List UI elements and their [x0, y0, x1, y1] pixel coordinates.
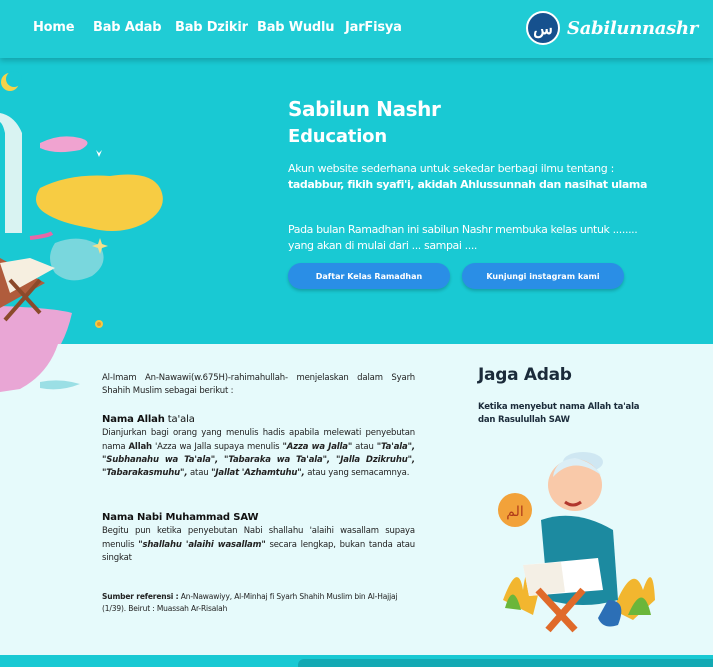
- section-heading-nama-nabi: Nama Nabi Muhammad SAW: [102, 511, 259, 523]
- daftar-kelas-button[interactable]: Daftar Kelas Ramadhan: [288, 263, 450, 289]
- hero-subtitle: Education: [288, 126, 387, 147]
- brand[interactable]: س Sabilunnashr: [526, 11, 698, 45]
- nav-link-bab-dzikir[interactable]: Bab Dzikir: [175, 20, 248, 35]
- section-body-nama-nabi: Begitu pun ketika penyebutan Nabi shalla…: [102, 525, 415, 565]
- hero-title: Sabilun Nashr: [288, 97, 441, 121]
- body-text: 'Azza wa Jalla supaya menulis: [151, 441, 283, 452]
- brand-name: Sabilunnashr: [567, 17, 698, 39]
- section-heading-nama-allah: Nama Allah ta'ala: [102, 413, 415, 426]
- instagram-button[interactable]: Kunjungi instagram kami: [462, 263, 624, 289]
- nav-link-bab-adab[interactable]: Bab Adab: [93, 20, 162, 35]
- arch-shape: [0, 113, 22, 233]
- section-heading-light: ta'ala: [164, 413, 195, 425]
- cloud-yellow-shape: [36, 174, 163, 232]
- boy-reading-quran-illustration: الم: [498, 452, 655, 633]
- brand-logo-icon: س: [526, 11, 560, 45]
- nav-link-bab-wudlu[interactable]: Bab Wudlu: [257, 20, 335, 35]
- hero-topics: tadabbur, fikih syafi'i, akidah Ahlussun…: [288, 178, 647, 191]
- cloud-pink-shape: [40, 136, 88, 153]
- body-text: atau: [187, 468, 212, 479]
- crescent-moon-icon: [1, 71, 22, 91]
- nav-link-home[interactable]: Home: [33, 20, 75, 35]
- section-heading-bold: Nama Allah: [102, 413, 165, 425]
- sidebar-title: Jaga Adab: [478, 365, 572, 385]
- hero-description: Akun website sederhana untuk sekedar ber…: [288, 162, 615, 175]
- article-content: Al-Imam An-Nawawi(w.675H)-rahimahullah- …: [102, 372, 415, 615]
- sidebar-description: Ketika menyebut nama Allah ta'ala dan Ra…: [478, 402, 640, 425]
- body-text: atau: [352, 441, 377, 452]
- footer-tab: [298, 659, 713, 667]
- article-intro: Al-Imam An-Nawawi(w.675H)-rahimahullah- …: [102, 373, 415, 397]
- hero-section: Home Bab Adab Bab Dzikir Bab Wudlu JarFi…: [0, 0, 713, 344]
- reference-source: Sumber referensi : An-Nawawiyy, Al-Minha…: [102, 591, 415, 615]
- reference-label: Sumber referensi :: [102, 592, 179, 602]
- section-body-nama-allah: Dianjurkan bagi orang yang menulis hadis…: [102, 427, 415, 481]
- pedestal-overflow-shape: [0, 344, 80, 392]
- navbar: Home Bab Adab Bab Dzikir Bab Wudlu JarFi…: [0, 0, 713, 58]
- ramadhan-announcement: Pada bulan Ramadhan ini sabilun Nashr me…: [288, 223, 638, 252]
- body-bold-italic: "Azza wa Jalla": [282, 441, 353, 452]
- arabic-badge-text: الم: [506, 504, 523, 520]
- body-bold: Allah: [128, 441, 153, 452]
- quran-rehal-illustration: [0, 71, 163, 344]
- body-bold-italic: "shallahu 'alaihi wasallam": [138, 539, 266, 550]
- body-bold-italic: "Jallat 'Azhamtuhu",: [211, 468, 305, 479]
- body-text: atau yang semacamnya.: [304, 468, 410, 479]
- nav-link-jarfisya[interactable]: JarFisya: [345, 20, 402, 35]
